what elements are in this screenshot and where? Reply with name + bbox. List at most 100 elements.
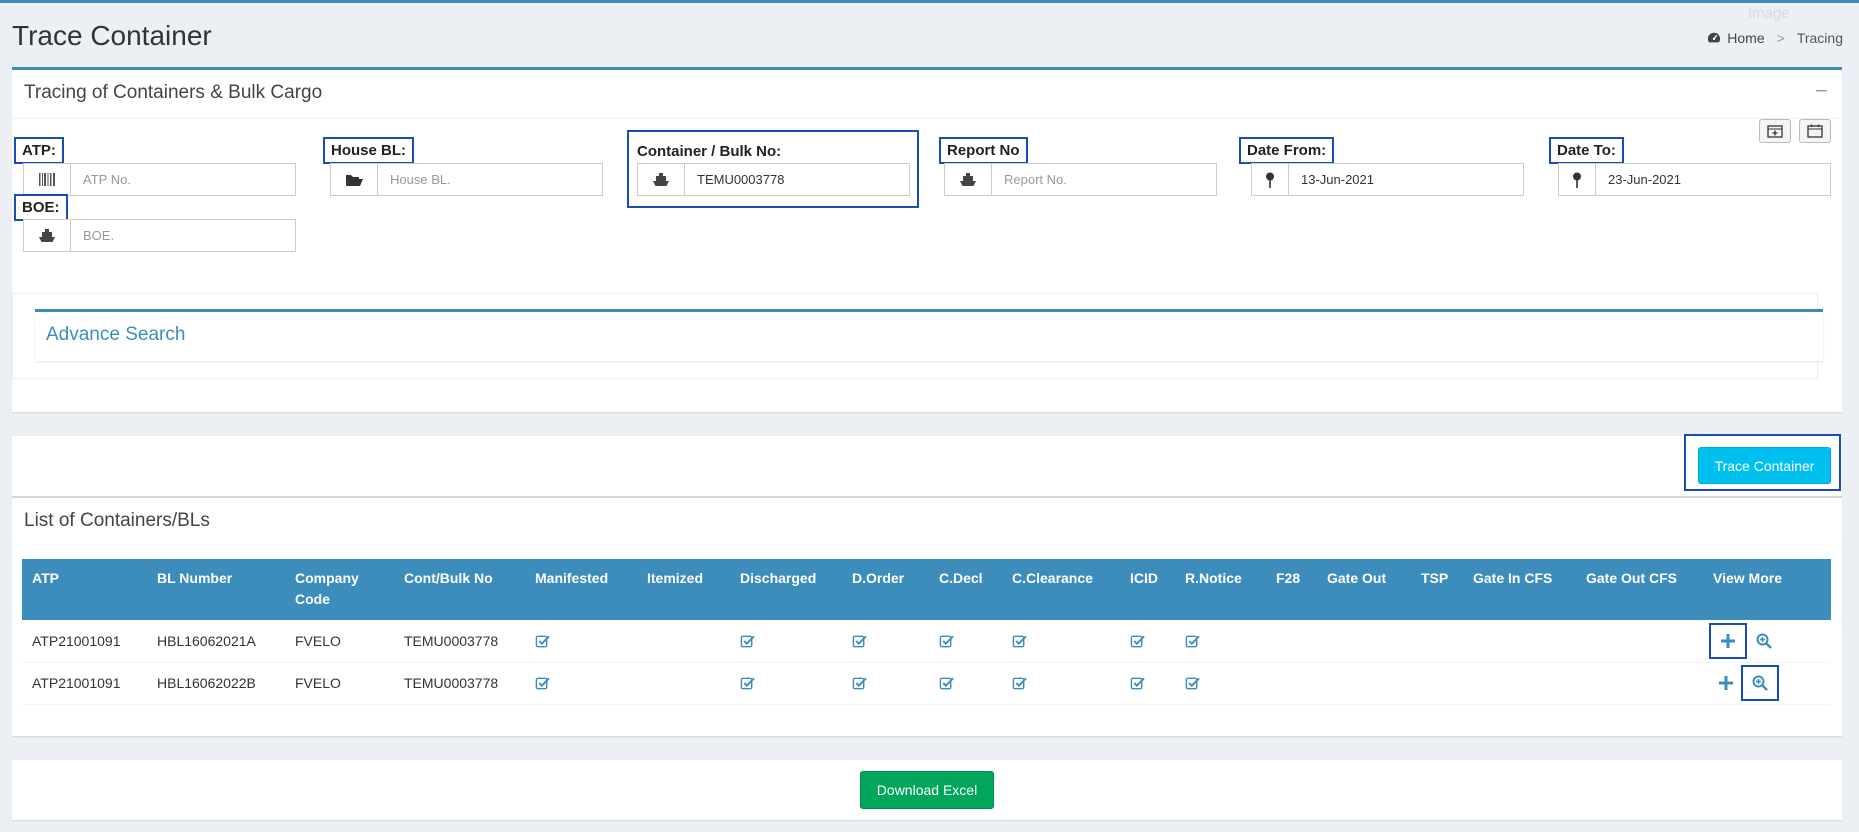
trace-container-button[interactable]: Trace Container <box>1698 447 1831 484</box>
page-title: Trace Container <box>12 20 212 51</box>
status-cell <box>730 662 842 705</box>
date-from-label: Date From: <box>1239 137 1335 164</box>
status-cell <box>1463 620 1576 663</box>
cell-atp: ATP21001091 <box>22 620 147 663</box>
faint-image-label: Image <box>1748 5 1790 22</box>
column-header[interactable]: TSP <box>1411 559 1463 620</box>
status-cell <box>1120 662 1175 705</box>
check-square-icon <box>740 675 755 691</box>
advance-search-title[interactable]: Advance Search <box>46 324 185 346</box>
cell-view-more <box>1703 662 1831 705</box>
column-header[interactable]: ATP <box>22 559 147 620</box>
column-header[interactable]: C.Decl <box>929 559 1002 620</box>
status-cell <box>730 620 842 663</box>
status-cell <box>637 662 730 705</box>
house-bl-label: House BL: <box>323 137 414 164</box>
date-to-label: Date To: <box>1549 137 1624 164</box>
zoom-in-icon[interactable] <box>1751 628 1777 654</box>
calendar-plus-icon <box>1767 125 1783 138</box>
status-cell <box>929 662 1002 705</box>
column-header[interactable]: Gate Out CFS <box>1576 559 1703 620</box>
download-excel-button[interactable]: Download Excel <box>860 771 994 809</box>
status-cell <box>1411 662 1463 705</box>
table-row: ATP21001091 HBL16062022B FVELO TEMU0003778 <box>22 662 1831 705</box>
cell-container-no: TEMU0003778 <box>394 620 525 663</box>
status-cell <box>1175 662 1266 705</box>
folder-open-icon <box>331 164 378 195</box>
column-header[interactable]: F28 <box>1266 559 1317 620</box>
check-square-icon <box>939 675 954 691</box>
column-header[interactable]: View More <box>1703 559 1831 620</box>
column-header[interactable]: Cont/Bulk No <box>394 559 525 620</box>
check-square-icon <box>1185 632 1200 648</box>
column-header[interactable]: Company Code <box>285 559 394 620</box>
expand-plus-icon[interactable] <box>1709 622 1747 659</box>
report-no-input[interactable] <box>992 164 1216 195</box>
check-square-icon <box>852 675 867 691</box>
breadcrumb: Home > Tracing <box>1707 30 1843 46</box>
status-cell <box>1266 620 1317 663</box>
status-cell <box>525 662 637 705</box>
barcode-icon <box>24 164 71 195</box>
column-header[interactable]: Discharged <box>730 559 842 620</box>
container-label: Container / Bulk No: <box>637 143 782 160</box>
dashboard-icon <box>1708 32 1721 43</box>
results-divider <box>12 496 1842 498</box>
column-header[interactable]: D.Order <box>842 559 929 620</box>
calendar-button[interactable] <box>1799 119 1831 143</box>
cell-company-code: FVELO <box>285 662 394 705</box>
advance-search-panel[interactable]: Advance Search <box>35 309 1823 361</box>
check-square-icon <box>740 632 755 648</box>
status-cell <box>637 620 730 663</box>
column-header[interactable]: C.Clearance <box>1002 559 1120 620</box>
status-cell <box>1317 662 1411 705</box>
status-cell <box>1175 620 1266 663</box>
column-header[interactable]: Itemized <box>637 559 730 620</box>
check-square-icon <box>535 675 550 691</box>
pin-icon <box>1559 164 1596 195</box>
breadcrumb-current: Tracing <box>1796 30 1843 46</box>
ship-icon <box>638 164 685 195</box>
check-square-icon <box>1185 675 1200 691</box>
breadcrumb-home[interactable]: Home <box>1727 30 1764 46</box>
cell-view-more <box>1703 620 1831 663</box>
house-bl-field <box>330 163 603 196</box>
house-bl-input[interactable] <box>378 164 602 195</box>
collapse-button[interactable]: − <box>1815 78 1828 104</box>
date-to-field <box>1558 163 1831 196</box>
ship-icon <box>945 164 992 195</box>
status-cell <box>525 620 637 663</box>
container-input[interactable] <box>685 164 909 195</box>
atp-field <box>23 163 296 196</box>
column-header[interactable]: Gate In CFS <box>1463 559 1576 620</box>
status-cell <box>1120 620 1175 663</box>
breadcrumb-separator: > <box>1776 30 1785 46</box>
column-header[interactable]: BL Number <box>147 559 285 620</box>
check-square-icon <box>535 632 550 648</box>
date-from-input[interactable] <box>1289 164 1523 195</box>
cell-company-code: FVELO <box>285 620 394 663</box>
atp-input[interactable] <box>71 164 295 195</box>
boe-input[interactable] <box>71 220 295 251</box>
status-cell <box>842 620 929 663</box>
calendar-icon <box>1807 124 1823 138</box>
calendar-add-button[interactable] <box>1759 119 1791 143</box>
column-header[interactable]: Gate Out <box>1317 559 1411 620</box>
pin-icon <box>1252 164 1289 195</box>
status-cell <box>929 620 1002 663</box>
cell-bl-number: HBL16062021A <box>147 620 285 663</box>
column-header[interactable]: ICID <box>1120 559 1175 620</box>
status-cell <box>842 662 929 705</box>
date-to-input[interactable] <box>1596 164 1830 195</box>
status-cell <box>1576 620 1703 663</box>
expand-plus-icon[interactable] <box>1713 670 1739 696</box>
boe-field <box>23 219 296 252</box>
status-cell <box>1411 620 1463 663</box>
zoom-in-icon[interactable] <box>1741 665 1779 701</box>
column-header[interactable]: Manifested <box>525 559 637 620</box>
report-no-field <box>944 163 1217 196</box>
check-square-icon <box>1012 632 1027 648</box>
report-no-label: Report No <box>939 137 1028 164</box>
column-header[interactable]: R.Notice <box>1175 559 1266 620</box>
check-square-icon <box>1130 632 1145 648</box>
